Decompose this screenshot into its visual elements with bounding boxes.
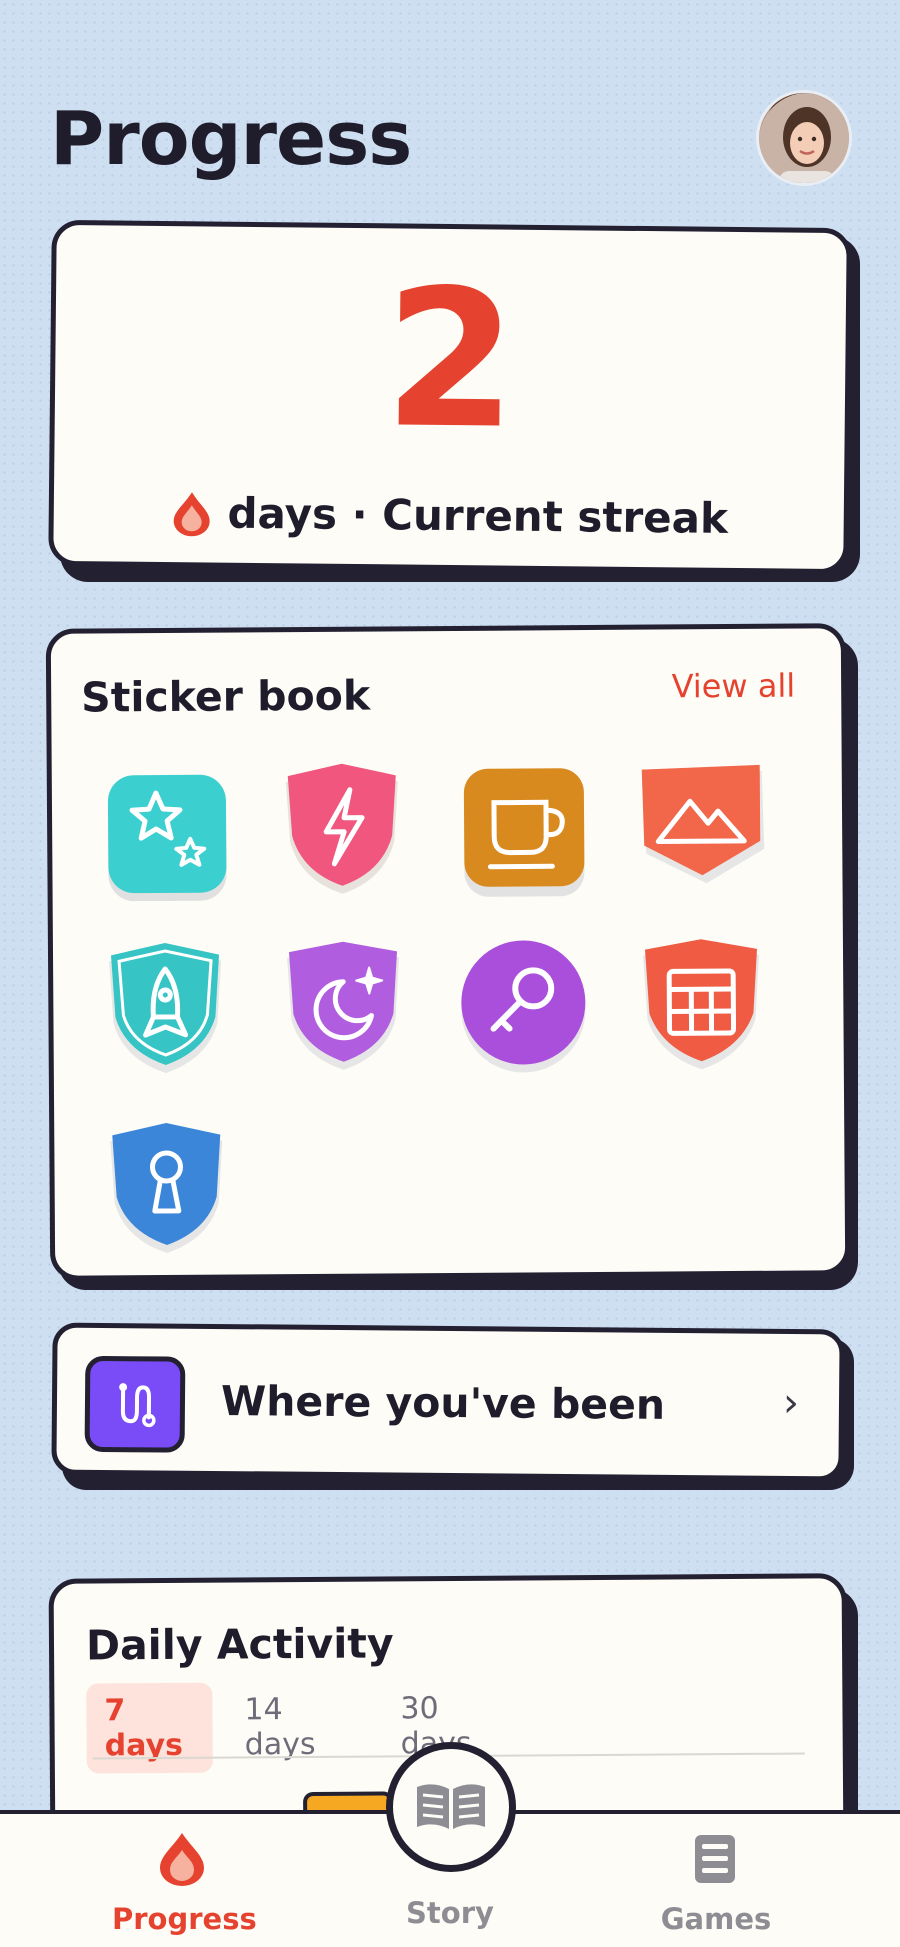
streak-label-row: days · Current streak [54,487,844,544]
sticker-book-card: Sticker book View all [45,623,858,1290]
streak-card: 2 days · Current streak [48,219,860,582]
sticker-book-title: Sticker book [81,671,371,722]
streak-count: 2 [383,248,518,471]
rocket-sticker[interactable] [95,938,236,1079]
streak-label: days · Current streak [227,488,729,543]
flame-icon [173,491,210,536]
nav-games[interactable]: Games [646,1902,786,1936]
where-youve-been-label: Where you've been [220,1377,666,1429]
stars-sticker[interactable] [94,762,235,903]
nav-progress[interactable]: Progress [112,1902,257,1936]
open-book-icon [417,1784,485,1829]
nav-story[interactable]: Story [380,1896,520,1930]
route-icon-tile [84,1355,186,1453]
coffee-sticker[interactable] [452,758,593,899]
tab-7-days[interactable]: 7 days [86,1682,213,1774]
where-youve-been-row[interactable]: Where you've been › [51,1322,854,1490]
mountain-sticker[interactable] [632,757,773,898]
games-icon[interactable] [692,1832,738,1886]
magnifier-sticker[interactable] [453,936,594,1077]
view-all-link[interactable]: View all [672,667,796,706]
lightning-sticker[interactable] [272,759,413,900]
route-icon [119,1383,156,1428]
flame-nav-icon [160,1833,204,1886]
keyhole-sticker[interactable] [96,1118,237,1259]
daily-activity-title: Daily Activity [85,1619,394,1670]
avatar-photo [759,93,849,183]
story-button[interactable] [386,1742,516,1872]
moon-sticker[interactable] [273,937,414,1078]
tab-14-days[interactable]: 14 days [226,1682,357,1773]
avatar[interactable] [756,90,852,186]
page-title: Progress [50,96,412,182]
calendar-sticker[interactable] [631,935,772,1076]
chevron-right-icon: › [782,1379,800,1427]
